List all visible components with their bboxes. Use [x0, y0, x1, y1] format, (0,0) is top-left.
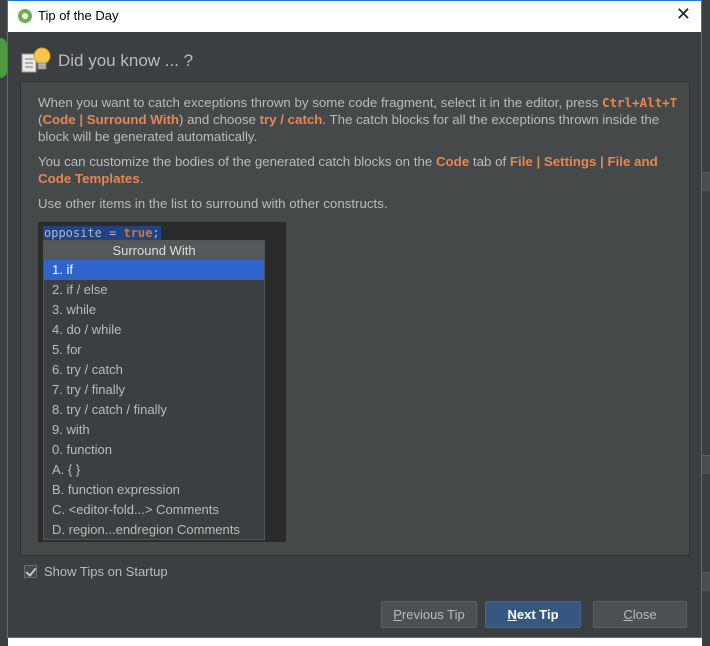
surround-with-popup: Surround With 1. if 2. if / else 3. while 4… [43, 240, 265, 540]
popup-title: Surround With [44, 241, 264, 260]
menu-path-text: Code | Surround With [42, 112, 179, 127]
surround-with-item[interactable]: D. region...endregion Comments [44, 520, 264, 540]
selected-code-line: opposite = true; [43, 226, 161, 240]
window-title: Tip of the Day [38, 8, 119, 23]
tip-text-span: You can customize the bodies of the gene… [38, 154, 436, 169]
code-end: ; [152, 226, 160, 240]
tip-paragraph-2: You can customize the bodies of the gene… [38, 153, 678, 187]
surround-with-item[interactable]: 3. while [44, 300, 264, 320]
surround-with-item[interactable]: 8. try / catch / finally [44, 400, 264, 420]
surround-with-item[interactable]: 0. function [44, 440, 264, 460]
shortcut-text: Ctrl+Alt+T [601, 95, 678, 110]
surround-with-item[interactable]: 9. with [44, 420, 264, 440]
button-label: revious Tip [401, 607, 465, 622]
surround-with-item[interactable]: B. function expression [44, 480, 264, 500]
button-label: ext Tip [516, 607, 559, 622]
code-eq: = [101, 226, 124, 240]
tip-text-span: tab of [469, 154, 510, 169]
button-label: lose [632, 607, 657, 622]
tip-of-the-day-dialog: Tip of the Day ✕ Did you know ... ? When… [7, 0, 702, 638]
show-tips-checkbox[interactable] [24, 565, 37, 578]
surround-with-item[interactable]: 1. if [44, 260, 264, 280]
previous-tip-button[interactable]: Previous Tip [381, 601, 477, 628]
background-ide-logo [0, 38, 7, 78]
surround-with-item[interactable]: C. <editor-fold...> Comments [44, 500, 264, 520]
close-button[interactable]: Close [593, 601, 687, 628]
lightbulb-icon [21, 47, 51, 73]
tip-paragraph-3: Use other items in the list to surround … [38, 196, 388, 211]
show-tips-label: Show Tips on Startup [44, 564, 168, 579]
mnemonic: C [623, 607, 633, 622]
title-bar: Tip of the Day ✕ [8, 1, 701, 32]
background-ide-right-tab [702, 572, 710, 591]
surround-with-list: 1. if 2. if / else 3. while 4. do / while 5.… [44, 260, 264, 540]
code-var: opposite [44, 226, 102, 240]
tip-content-panel: When you want to catch exceptions thrown… [20, 81, 690, 556]
choice-text: try / catch [259, 112, 323, 127]
close-icon[interactable]: ✕ [676, 5, 691, 25]
background-ide-right-tab [702, 172, 710, 191]
tip-text-span: . [139, 171, 144, 186]
surround-with-item[interactable]: 5. for [44, 340, 264, 360]
surround-with-item[interactable]: 6. try / catch [44, 360, 264, 380]
editor-screenshot: opposite = true; Surround With 1. if 2. i… [38, 222, 286, 542]
surround-with-item[interactable]: 4. do / while [44, 320, 264, 340]
tip-text-span: When you want to catch exceptions thrown… [38, 95, 602, 110]
tab-name-text: Code [435, 154, 470, 169]
mnemonic: N [507, 607, 517, 622]
background-ide-right-tab [702, 455, 710, 474]
tip-heading: Did you know ... ? [58, 51, 194, 70]
tip-text-span: ) and choose [179, 112, 260, 127]
surround-with-item[interactable]: A. { } [44, 460, 264, 480]
app-icon [18, 9, 32, 23]
code-val: true [123, 226, 153, 240]
mnemonic: P [393, 607, 402, 622]
tip-paragraph-1: When you want to catch exceptions thrown… [38, 94, 678, 145]
next-tip-button[interactable]: Next Tip [485, 601, 581, 628]
background-ide-right [702, 0, 710, 646]
surround-with-item[interactable]: 2. if / else [44, 280, 264, 300]
surround-with-item[interactable]: 7. try / finally [44, 380, 264, 400]
tip-text: When you want to catch exceptions thrown… [38, 94, 678, 220]
